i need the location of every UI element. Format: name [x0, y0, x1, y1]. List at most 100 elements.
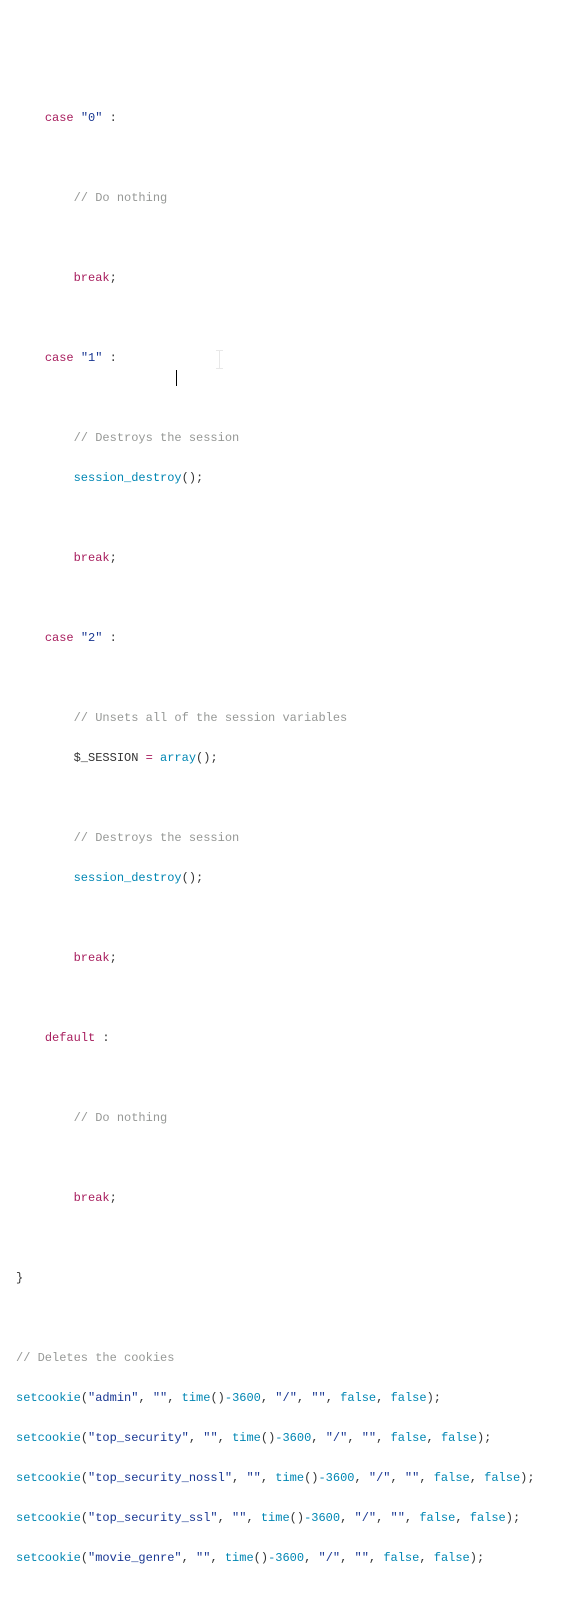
keyword-break: break	[74, 1191, 110, 1205]
comma: ,	[376, 1391, 390, 1405]
string-literal: "/"	[275, 1391, 297, 1405]
bool-literal: false	[391, 1391, 427, 1405]
parens: ()	[196, 751, 210, 765]
var-session: $_SESSION	[74, 751, 139, 765]
blank-line	[16, 508, 575, 528]
code-line: // Do nothing	[16, 1108, 575, 1128]
code-line: // Destroys the session	[16, 428, 575, 448]
number-literal: -3600	[318, 1471, 354, 1485]
comma: ,	[304, 1551, 318, 1565]
semicolon: ;	[110, 951, 117, 965]
string-literal: ""	[405, 1471, 419, 1485]
string-literal: "/"	[355, 1511, 377, 1525]
comma: ,	[419, 1471, 433, 1485]
code-line: // Destroys the session	[16, 828, 575, 848]
colon: :	[102, 631, 116, 645]
blank-line	[16, 668, 575, 688]
code-block[interactable]: case "0" : // Do nothing break; case "1"…	[16, 88, 575, 1608]
comma: ,	[189, 1431, 203, 1445]
keyword-case: case	[45, 111, 74, 125]
paren-close: )	[427, 1391, 434, 1405]
blank-line	[16, 1148, 575, 1168]
string-literal: "2"	[81, 631, 103, 645]
code-line: setcookie("movie_genre", "", time()-3600…	[16, 1548, 575, 1568]
op-assign: =	[138, 751, 160, 765]
code-line: $_SESSION = array();	[16, 748, 575, 768]
code-line: setcookie("top_security_nossl", "", time…	[16, 1468, 575, 1488]
number-literal: -3600	[304, 1511, 340, 1525]
fn-time: time	[232, 1431, 261, 1445]
comma: ,	[246, 1511, 260, 1525]
parens: ()	[254, 1551, 268, 1565]
number-literal: -3600	[275, 1431, 311, 1445]
keyword-case: case	[45, 631, 74, 645]
colon: :	[102, 111, 116, 125]
parens: ()	[182, 871, 196, 885]
bool-literal: false	[441, 1431, 477, 1445]
paren-open: (	[81, 1391, 88, 1405]
semicolon: ;	[477, 1551, 484, 1565]
string-literal: ""	[311, 1391, 325, 1405]
number-literal: -3600	[268, 1551, 304, 1565]
brace-close: }	[16, 1271, 23, 1285]
parens: ()	[304, 1471, 318, 1485]
comment: // Do nothing	[74, 1111, 168, 1125]
code-line: break;	[16, 548, 575, 568]
fn-time: time	[182, 1391, 211, 1405]
comma: ,	[311, 1431, 325, 1445]
code-line: // Deletes the cookies	[16, 1348, 575, 1368]
fn-setcookie: setcookie	[16, 1551, 81, 1565]
fn-session-destroy: session_destroy	[74, 871, 182, 885]
blank-line	[16, 1068, 575, 1088]
string-literal: ""	[203, 1431, 217, 1445]
code-line: // Unsets all of the session variables	[16, 708, 575, 728]
comment: // Destroys the session	[74, 831, 240, 845]
code-line: break;	[16, 268, 575, 288]
comma: ,	[218, 1431, 232, 1445]
keyword-break: break	[74, 951, 110, 965]
string-literal: "/"	[319, 1551, 341, 1565]
paren-open: (	[81, 1551, 88, 1565]
keyword-break: break	[74, 271, 110, 285]
blank-line	[16, 1588, 575, 1608]
blank-line	[16, 988, 575, 1008]
semicolon: ;	[110, 271, 117, 285]
code-line: setcookie("admin", "", time()-3600, "/",…	[16, 1388, 575, 1408]
semicolon: ;	[110, 1191, 117, 1205]
blank-line	[16, 308, 575, 328]
blank-line	[16, 908, 575, 928]
comma: ,	[182, 1551, 196, 1565]
string-literal: "top_security"	[88, 1431, 189, 1445]
keyword-default: default	[45, 1031, 95, 1045]
bool-literal: false	[434, 1551, 470, 1565]
code-line: default :	[16, 1028, 575, 1048]
semicolon: ;	[210, 751, 217, 765]
paren-open: (	[81, 1471, 88, 1485]
parens: ()	[182, 471, 196, 485]
comma: ,	[405, 1511, 419, 1525]
bool-literal: false	[340, 1391, 376, 1405]
paren-close: )	[520, 1471, 527, 1485]
blank-line	[16, 788, 575, 808]
code-line: break;	[16, 1188, 575, 1208]
blank-line	[16, 588, 575, 608]
fn-time: time	[225, 1551, 254, 1565]
comment: // Destroys the session	[74, 431, 240, 445]
fn-array: array	[160, 751, 196, 765]
code-line: case "2" :	[16, 628, 575, 648]
blank-line	[16, 388, 575, 408]
comma: ,	[297, 1391, 311, 1405]
comma: ,	[138, 1391, 152, 1405]
string-literal: "movie_genre"	[88, 1551, 182, 1565]
string-literal: ""	[391, 1511, 405, 1525]
colon: :	[102, 351, 116, 365]
code-line: // Do nothing	[16, 188, 575, 208]
comma: ,	[340, 1551, 354, 1565]
comma: ,	[376, 1511, 390, 1525]
comma: ,	[369, 1551, 383, 1565]
string-literal: ""	[246, 1471, 260, 1485]
string-literal: ""	[232, 1511, 246, 1525]
comma: ,	[391, 1471, 405, 1485]
comma: ,	[427, 1431, 441, 1445]
bool-literal: false	[419, 1511, 455, 1525]
